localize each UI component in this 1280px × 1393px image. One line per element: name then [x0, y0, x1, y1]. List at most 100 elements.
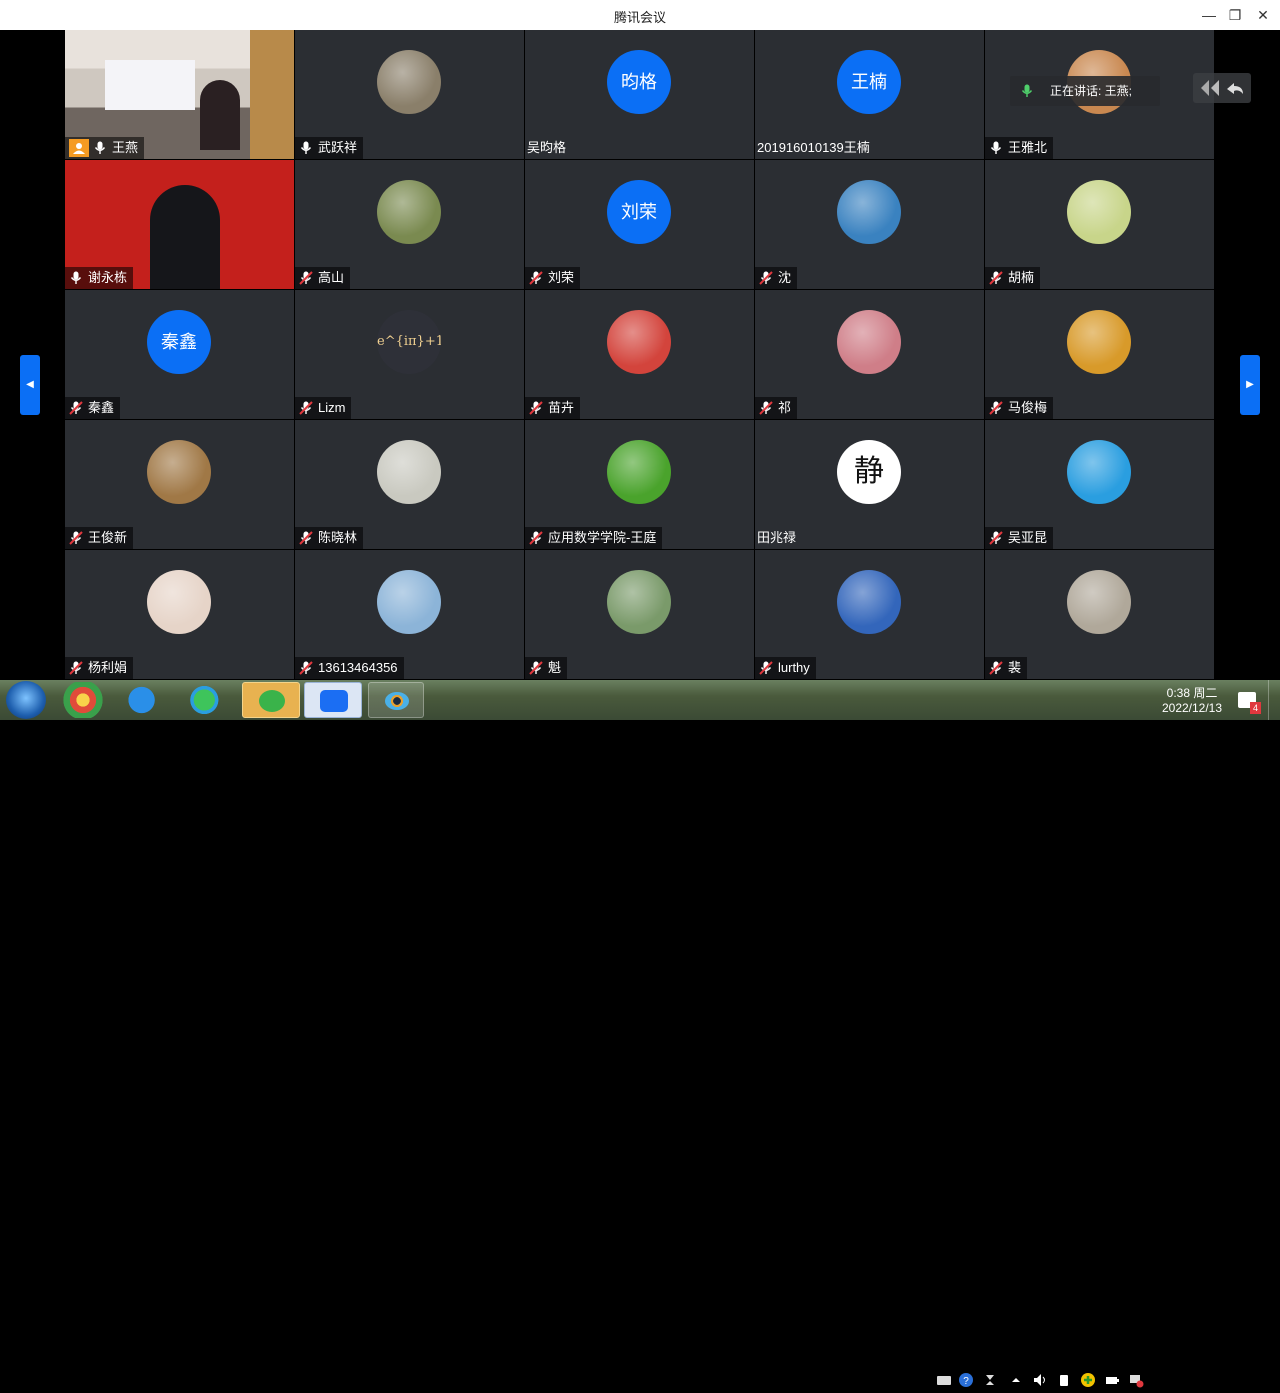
app-icon-1[interactable] [56, 682, 110, 718]
avatar [837, 310, 901, 374]
participant-tile[interactable]: 裴 [985, 550, 1214, 679]
notification-count: 4 [1250, 702, 1261, 714]
ie-icon[interactable] [120, 682, 174, 718]
participant-tile[interactable]: 13613464356 [295, 550, 524, 679]
input-method-icon[interactable] [982, 1372, 998, 1388]
participant-name: 高山 [318, 270, 345, 285]
participant-name-bar: 应用数学学院-王庭 [525, 527, 663, 549]
participant-name-bar: 裴 [985, 657, 1028, 679]
eye-app-button[interactable] [368, 682, 424, 718]
show-desktop-button[interactable] [1268, 680, 1280, 720]
participant-name: 王雅北 [1008, 140, 1048, 155]
mic-on-icon [70, 271, 82, 284]
undo-icon [1201, 80, 1243, 96]
keyboard-icon[interactable] [936, 1372, 952, 1388]
tencent-meeting-button[interactable] [304, 682, 362, 718]
participant-tile[interactable]: 谢永栋 [65, 160, 294, 289]
participant-name: 陈晓林 [318, 530, 358, 545]
restore-button[interactable]: ❐ [1224, 4, 1246, 26]
participant-name: 魁 [548, 660, 562, 675]
mic-muted-icon [529, 401, 543, 415]
volume-icon[interactable] [1032, 1372, 1048, 1388]
participant-name: 沈 [778, 270, 792, 285]
participant-name-bar: lurthy [755, 657, 816, 679]
media-icon[interactable] [180, 682, 234, 718]
help-icon[interactable]: ? [958, 1372, 974, 1388]
participant-name: 田兆禄 [757, 530, 797, 545]
participant-tile[interactable]: 陈晓林 [295, 420, 524, 549]
participant-name: 马俊梅 [1008, 400, 1048, 415]
avatar: 昀格 [607, 50, 671, 114]
prev-page-button[interactable]: ◀ [20, 355, 40, 415]
participant-name-bar: 刘荣 [525, 267, 581, 289]
participant-name-bar: 沈 [755, 267, 798, 289]
participant-name: 胡楠 [1008, 270, 1035, 285]
avatar [377, 180, 441, 244]
mic-muted-icon [759, 661, 773, 675]
participant-tile[interactable]: 刘荣 刘荣 [525, 160, 754, 289]
avatar [1067, 180, 1131, 244]
taskbar: ? 0:38 周二 2022/12/13 4 [0, 680, 1280, 1388]
title-bar: 腾讯会议 — ❐ ✕ [0, 0, 1280, 30]
participant-name: 裴 [1008, 660, 1022, 675]
view-toolbox[interactable] [1193, 73, 1251, 103]
participant-tile[interactable]: 武跃祥 [295, 30, 524, 159]
security-icon[interactable] [1080, 1372, 1096, 1388]
participant-name-bar: 13613464356 [295, 657, 404, 679]
meeting-stage: 王燕 武跃祥 昀格 吴昀格 王楠 201916010139王楠 王雅北 谢永栋 高山 刘荣 刘荣沈胡… [0, 30, 1280, 680]
close-button[interactable]: ✕ [1252, 4, 1274, 26]
network-icon[interactable] [1128, 1372, 1144, 1388]
wechat-button[interactable] [242, 682, 300, 718]
participant-name-bar: 高山 [295, 267, 351, 289]
avatar [1067, 310, 1131, 374]
participant-tile[interactable]: 马俊梅 [985, 290, 1214, 419]
mic-muted-icon [989, 661, 1003, 675]
participant-tile[interactable]: 应用数学学院-王庭 [525, 420, 754, 549]
participant-tile[interactable]: e^{iπ}+1=0 Lizm [295, 290, 524, 419]
participant-tile[interactable]: 王楠 201916010139王楠 [755, 30, 984, 159]
participant-tile[interactable]: 胡楠 [985, 160, 1214, 289]
avatar: e^{iπ}+1=0 [377, 310, 441, 374]
participant-tile[interactable]: 昀格吴昀格 [525, 30, 754, 159]
host-badge-icon [69, 139, 89, 157]
clock-date[interactable]: 2022/12/13 [1152, 701, 1232, 715]
participant-name: 苗卉 [548, 400, 575, 415]
mic-on-icon [990, 141, 1002, 154]
start-button[interactable] [6, 681, 46, 719]
avatar [1067, 440, 1131, 504]
avatar [607, 440, 671, 504]
speaking-indicator: 正在讲话: 王燕; [1010, 76, 1160, 106]
participant-name-bar: 马俊梅 [985, 397, 1054, 419]
participant-name: 刘荣 [548, 270, 575, 285]
participant-name-bar: 陈晓林 [295, 527, 364, 549]
participant-tile[interactable]: 祁 [755, 290, 984, 419]
participant-tile[interactable]: 王俊新 [65, 420, 294, 549]
usb-icon[interactable] [1056, 1372, 1072, 1388]
next-page-button[interactable]: ▶ [1240, 355, 1260, 415]
participant-name-bar: 王雅北 [985, 137, 1054, 159]
participant-name: 杨利娟 [88, 660, 128, 675]
participant-tile[interactable]: 静田兆禄 [755, 420, 984, 549]
avatar: 王楠 [837, 50, 901, 114]
participant-name: Lizm [318, 400, 346, 415]
participant-name: 王俊新 [88, 530, 128, 545]
participant-tile[interactable]: 王燕 [65, 30, 294, 159]
avatar [837, 570, 901, 634]
participant-tile[interactable]: 秦鑫 秦鑫 [65, 290, 294, 419]
participant-tile[interactable]: 吴亚昆 [985, 420, 1214, 549]
show-hidden-icons[interactable] [1008, 1372, 1024, 1388]
avatar: 静 [837, 440, 901, 504]
participant-tile[interactable]: 苗卉 [525, 290, 754, 419]
avatar [837, 180, 901, 244]
minimize-button[interactable]: — [1198, 4, 1220, 26]
power-icon[interactable] [1104, 1372, 1120, 1388]
participant-tile[interactable]: 杨利娟 [65, 550, 294, 679]
participant-tile[interactable]: 高山 [295, 160, 524, 289]
mic-muted-icon [759, 271, 773, 285]
participant-tile[interactable]: 魁 [525, 550, 754, 679]
avatar [377, 570, 441, 634]
participant-name: 吴昀格 [527, 140, 567, 155]
clock-time[interactable]: 0:38 周二 [1152, 684, 1232, 701]
participant-tile[interactable]: lurthy [755, 550, 984, 679]
participant-tile[interactable]: 沈 [755, 160, 984, 289]
